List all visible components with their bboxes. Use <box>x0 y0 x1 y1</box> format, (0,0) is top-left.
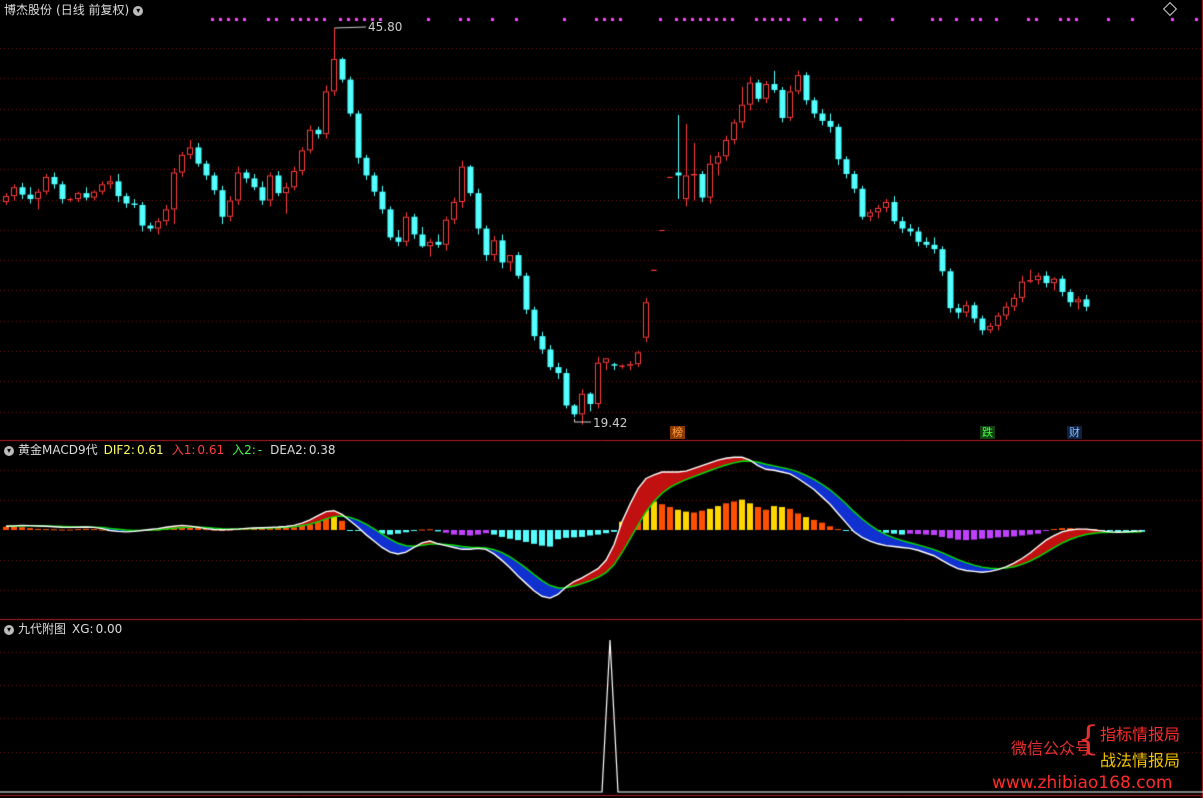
watermark-brace: { <box>1077 719 1099 759</box>
ru1-value: 0.61 <box>197 443 225 457</box>
ru2-value: - <box>257 443 263 457</box>
tag-cai[interactable]: 财 <box>1067 426 1082 439</box>
xg-value: 0.00 <box>95 622 123 636</box>
stock-name: 博杰股份 <box>4 3 53 17</box>
signal-panel-header: ▾ 九代附图 XG: 0.00 <box>4 622 126 636</box>
period-label: (日线 前复权) <box>56 3 130 17</box>
dif2-label: DIF2: <box>103 443 135 457</box>
chevron-down-icon[interactable]: ▾ <box>4 624 14 635</box>
signal-name: 九代附图 <box>18 622 67 636</box>
macd-panel-header: ▾ 黄金MACD9代 DIF2: 0.61 入1: 0.61 入2: - DEA2: 0.38 <box>4 443 340 457</box>
high-price-label: 45.80 <box>368 20 403 34</box>
chevron-down-icon[interactable]: ▾ <box>133 5 144 16</box>
watermark-line2: 战法情报局 <box>1100 751 1181 770</box>
dif2-value: 0.61 <box>136 443 164 457</box>
tag-die[interactable]: 跌 <box>980 426 995 439</box>
price-panel-header: 博杰股份 (日线 前复权) ▾ <box>4 3 147 17</box>
watermark-url: www.zhibiao168.com <box>992 773 1173 793</box>
chevron-down-icon[interactable]: ▾ <box>4 445 14 456</box>
xg-label: XG: <box>72 622 94 636</box>
dea2-label: DEA2: <box>270 443 307 457</box>
kline-chart-canvas[interactable] <box>0 0 1203 798</box>
watermark-line1: 指标情报局 <box>1100 725 1181 744</box>
ru2-label: 入2: <box>232 443 256 457</box>
macd-name: 黄金MACD9代 <box>18 443 98 457</box>
tag-bang[interactable]: 榜 <box>670 426 685 439</box>
low-price-label: 19.42 <box>593 416 628 430</box>
dea2-value: 0.38 <box>308 443 336 457</box>
ru1-label: 入1: <box>171 443 196 457</box>
